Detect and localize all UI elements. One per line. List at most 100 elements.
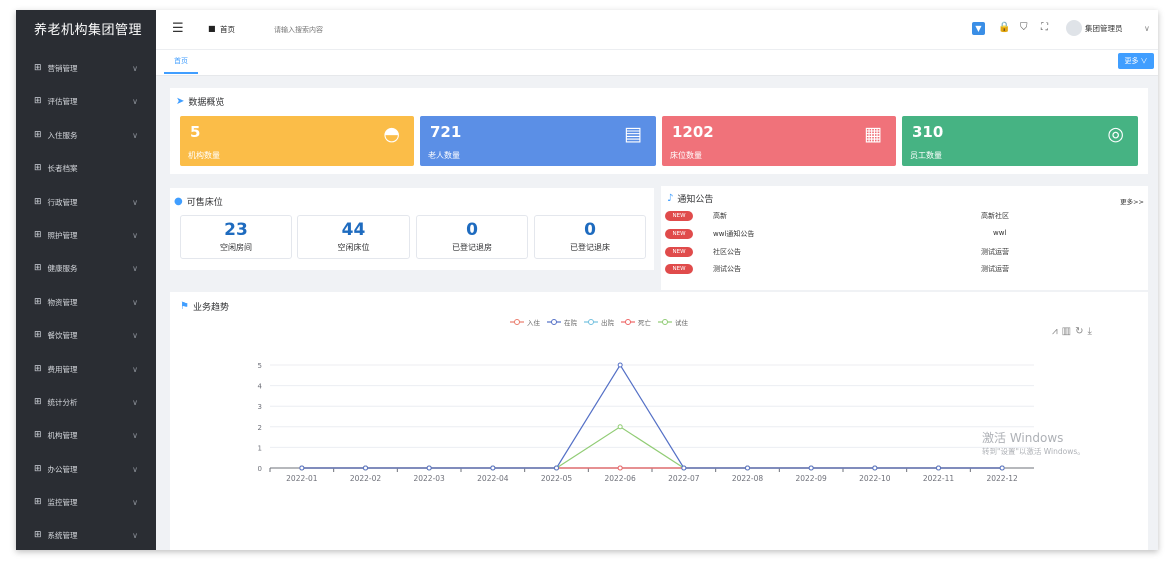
x-tick-label: 2022-02: [350, 474, 382, 483]
notices-more-link[interactable]: 更多>>: [1120, 196, 1144, 206]
chevron-down-icon: ∨: [132, 331, 138, 341]
menu-toggle-icon[interactable]: ☰: [172, 21, 184, 36]
chevron-down-icon: ∨: [132, 364, 138, 374]
shirt-icon[interactable]: ⛉: [1020, 22, 1028, 33]
sidebar-item[interactable]: ⊞ 系统管理 ∨: [16, 519, 156, 550]
data-point: [426, 465, 432, 471]
notice-row[interactable]: NEW 社区公告 测试运营: [665, 246, 1145, 259]
x-tick-label: 2022-10: [859, 474, 891, 483]
data-point: [617, 362, 623, 368]
lock-icon[interactable]: 🔒: [998, 22, 1010, 33]
y-tick-label: 5: [258, 362, 262, 370]
tab-home[interactable]: 首页: [164, 54, 198, 74]
user-name[interactable]: 集团管理员: [1085, 23, 1123, 34]
stat-card-beds[interactable]: 1202 床位数量 ▦: [662, 116, 896, 166]
x-tick-label: 2022-04: [477, 474, 509, 483]
sidebar-item[interactable]: ⊞ 评估管理 ∨: [16, 85, 156, 118]
x-tick-label: 2022-11: [923, 474, 955, 483]
sidebar-item-label: 行政管理: [47, 197, 78, 207]
grid-icon: ⊞: [34, 196, 42, 207]
new-badge: NEW: [665, 229, 693, 239]
sidebar-item[interactable]: ⊞ 费用管理 ∨: [16, 353, 156, 386]
app-window: 养老机构集团管理 ⊞ 营销管理 ∨ ⊞ 评估管理 ∨ ⊞ 入住服务 ∨ ⊞ 长者档案 ⊞ 行政管理 ∨ ⊞ 照…: [16, 10, 1158, 550]
sidebar-item[interactable]: ⊞ 机构管理 ∨: [16, 419, 156, 452]
bed-stat-checkout-rooms[interactable]: 0 已登记退房: [416, 215, 528, 259]
breadcrumb[interactable]: 首页: [220, 24, 235, 35]
more-button[interactable]: 更多 ∨: [1118, 53, 1154, 69]
sidebar-item-label: 长者档案: [47, 164, 78, 174]
sidebar-item-label: 照护管理: [47, 230, 78, 240]
notification-icon[interactable]: ▼: [972, 22, 985, 35]
chevron-down-icon: ∨: [132, 498, 138, 508]
overview-title: ➤ 数据概览: [176, 96, 225, 108]
data-point: [490, 465, 496, 471]
sidebar-item-label: 机构管理: [47, 431, 78, 441]
sidebar-item[interactable]: ⊞ 照护管理 ∨: [16, 219, 156, 252]
chevron-down-icon: ∨: [132, 230, 138, 240]
chevron-down-icon: ∨: [132, 130, 138, 140]
app-title: 养老机构集团管理: [34, 23, 143, 38]
legend-marker: [514, 319, 520, 325]
series-line: [301, 363, 1003, 469]
sidebar-item-label: 费用管理: [47, 364, 78, 374]
chevron-down-icon[interactable]: ∨: [1144, 24, 1150, 33]
sidebar-item-label: 评估管理: [47, 97, 78, 107]
sidebar-item[interactable]: ⊞ 餐饮管理 ∨: [16, 319, 156, 352]
data-point: [554, 465, 559, 471]
grid-icon: ⊞: [34, 129, 42, 140]
avatar[interactable]: [1066, 20, 1082, 36]
beds-title: ● 可售床位: [174, 196, 223, 208]
stat-card-institutions[interactable]: 5 机构数量 ◓: [180, 116, 414, 166]
x-tick-label: 2022-12: [986, 474, 1018, 483]
sidebar-item[interactable]: ⊞ 行政管理 ∨: [16, 186, 156, 219]
sidebar-item-label: 入住服务: [47, 130, 78, 140]
x-tick-label: 2022-09: [795, 474, 827, 483]
legend-label: 试住: [675, 318, 689, 327]
bed-stat-free-beds[interactable]: 44 空闲床位: [297, 215, 410, 259]
x-tick-label: 2022-05: [541, 474, 573, 483]
y-tick-label: 4: [258, 383, 263, 391]
legend-marker: [588, 319, 594, 325]
chevron-down-icon: ∨: [132, 197, 138, 207]
grid-icon: ⊞: [34, 330, 42, 341]
sidebar-item[interactable]: ⊞ 统计分析 ∨: [16, 386, 156, 419]
x-tick-label: 2022-03: [413, 474, 445, 483]
sidebar-item[interactable]: ⊞ 监控管理 ∨: [16, 486, 156, 519]
watermark-line1: 激活 Windows: [982, 431, 1064, 445]
sidebar-item[interactable]: ⊞ 物资管理 ∨: [16, 286, 156, 319]
data-point: [363, 465, 368, 471]
data-point: [872, 465, 878, 471]
notices-panel: ♪ 通知公告 更多>> NEW 高新 高新社区 NEW wwl通知公告 wwl …: [661, 186, 1148, 290]
notice-row[interactable]: NEW 测试公告 测试运营: [665, 263, 1145, 276]
bed-stat-checkout-beds[interactable]: 0 已登记退床: [534, 215, 646, 259]
sidebar-item[interactable]: ⊞ 营销管理 ∨: [16, 52, 156, 85]
stat-card-staff[interactable]: 310 员工数量 ◎: [902, 116, 1138, 166]
institution-icon: ◓: [383, 123, 400, 145]
grid-icon: ⊞: [34, 363, 42, 374]
x-tick-label: 2022-08: [732, 474, 764, 483]
sidebar-item[interactable]: ⊞ 健康服务 ∨: [16, 252, 156, 285]
grid-icon: ⊞: [34, 530, 42, 541]
grid-icon: ⊞: [34, 229, 42, 240]
sidebar-item-label: 办公管理: [47, 464, 78, 474]
trend-panel: ⚑ 业务趋势 ⩘▥↻⤓ 0 1 2 3 4 5 2022-01 2022-02 2022-03 2…: [170, 292, 1148, 550]
new-badge: NEW: [665, 211, 693, 221]
fullscreen-icon[interactable]: ⛶: [1041, 22, 1048, 33]
notice-row[interactable]: NEW wwl通知公告 wwl: [665, 228, 1145, 241]
sidebar-item[interactable]: ⊞ 长者档案: [16, 152, 156, 185]
sidebar-item-label: 物资管理: [47, 297, 78, 307]
sidebar-item-label: 健康服务: [47, 264, 78, 274]
send-icon: ➤: [176, 96, 185, 107]
notice-row[interactable]: NEW 高新 高新社区: [665, 210, 1145, 223]
data-point: [745, 465, 750, 471]
sidebar-item[interactable]: ⊞ 入住服务 ∨: [16, 119, 156, 152]
data-point: [681, 465, 687, 471]
stat-card-elders[interactable]: 721 老人数量 ▤: [420, 116, 656, 166]
new-badge: NEW: [665, 264, 693, 274]
sidebar-item[interactable]: ⊞ 办公管理 ∨: [16, 453, 156, 486]
bed-stat-free-rooms[interactable]: 23 空闲房间: [180, 215, 292, 259]
search-input[interactable]: [274, 22, 404, 38]
grid-icon: ■: [208, 24, 216, 33]
trend-chart: 0 1 2 3 4 5 2022-01 2022-02 2022-03 2022-04 2022-0…: [258, 318, 1034, 483]
y-tick-label: 0: [258, 465, 262, 473]
